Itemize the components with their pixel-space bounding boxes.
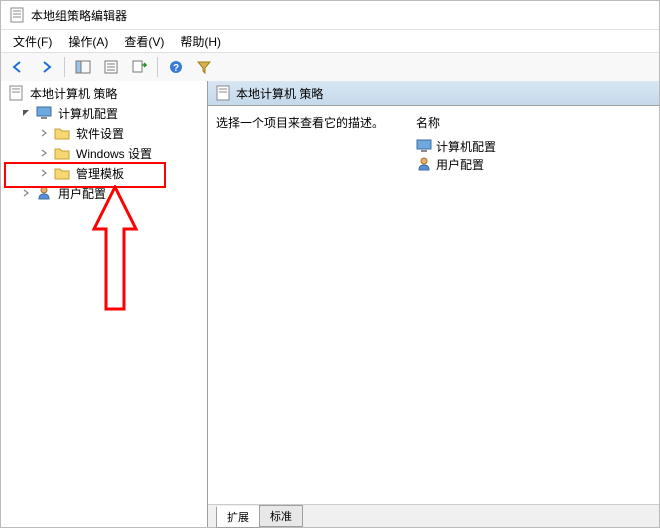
tree-root[interactable]: 本地计算机 策略 xyxy=(1,83,207,103)
expand-icon[interactable] xyxy=(37,146,51,160)
back-button[interactable] xyxy=(5,54,31,80)
properties-button[interactable] xyxy=(98,54,124,80)
menu-action[interactable]: 操作(A) xyxy=(60,31,116,52)
computer-icon xyxy=(416,138,432,154)
menu-bar: 文件(F) 操作(A) 查看(V) 帮助(H) xyxy=(1,30,659,52)
annotation-arrow xyxy=(90,185,140,317)
collapse-icon[interactable] xyxy=(19,106,33,120)
svg-text:?: ? xyxy=(173,63,179,74)
tree-computer-config-label: 计算机配置 xyxy=(55,104,121,123)
tree-pane[interactable]: 本地计算机 策略 计算机配置 软件设置 xyxy=(1,81,208,527)
help-button[interactable]: ? xyxy=(163,54,189,80)
tab-standard[interactable]: 标准 xyxy=(259,505,303,527)
list-item-computer-config[interactable]: 计算机配置 xyxy=(416,137,651,155)
tree-windows-settings[interactable]: Windows 设置 xyxy=(1,143,207,163)
toolbar-separator xyxy=(157,57,158,77)
tree-software-settings-label: 软件设置 xyxy=(73,124,127,143)
details-header-title: 本地计算机 策略 xyxy=(236,85,323,102)
tree-computer-config[interactable]: 计算机配置 xyxy=(1,103,207,123)
show-hide-tree-button[interactable] xyxy=(70,54,96,80)
filter-button[interactable] xyxy=(191,54,217,80)
folder-icon xyxy=(54,145,70,161)
expand-icon[interactable] xyxy=(19,186,33,200)
list-item-label: 用户配置 xyxy=(436,156,484,173)
list-item-label: 计算机配置 xyxy=(436,138,496,155)
title-bar: 本地组策略编辑器 xyxy=(1,1,659,30)
user-icon xyxy=(416,156,432,172)
expand-icon[interactable] xyxy=(37,126,51,140)
forward-button[interactable] xyxy=(33,54,59,80)
details-pane: 本地计算机 策略 选择一个项目来查看它的描述。 名称 计算机配置 xyxy=(208,81,659,527)
app-icon xyxy=(9,7,25,23)
menu-file[interactable]: 文件(F) xyxy=(5,31,60,52)
tree-admin-templates-label: 管理模板 xyxy=(73,164,127,183)
view-tabs: 扩展 标准 xyxy=(208,504,659,527)
toolbar-separator xyxy=(64,57,65,77)
tree-software-settings[interactable]: 软件设置 xyxy=(1,123,207,143)
tree-user-config[interactable]: 用户配置 xyxy=(1,183,207,203)
tree-admin-templates[interactable]: 管理模板 xyxy=(1,163,207,183)
policy-icon xyxy=(216,85,230,101)
tree-user-config-label: 用户配置 xyxy=(55,184,109,203)
column-header-name[interactable]: 名称 xyxy=(416,114,651,131)
tree-root-label: 本地计算机 策略 xyxy=(27,84,120,103)
export-list-button[interactable] xyxy=(126,54,152,80)
expand-icon[interactable] xyxy=(37,166,51,180)
menu-help[interactable]: 帮助(H) xyxy=(172,31,229,52)
policy-icon xyxy=(8,85,24,101)
tab-extended[interactable]: 扩展 xyxy=(216,506,260,528)
toolbar: ? xyxy=(1,52,659,82)
folder-icon xyxy=(54,165,70,181)
window-title: 本地组策略编辑器 xyxy=(31,7,127,24)
description-text: 选择一个项目来查看它的描述。 xyxy=(216,114,416,131)
user-icon xyxy=(36,185,52,201)
list-item-user-config[interactable]: 用户配置 xyxy=(416,155,651,173)
menu-view[interactable]: 查看(V) xyxy=(116,31,172,52)
tree-windows-settings-label: Windows 设置 xyxy=(73,144,155,163)
details-header: 本地计算机 策略 xyxy=(208,81,659,106)
folder-icon xyxy=(54,125,70,141)
computer-icon xyxy=(36,105,52,121)
